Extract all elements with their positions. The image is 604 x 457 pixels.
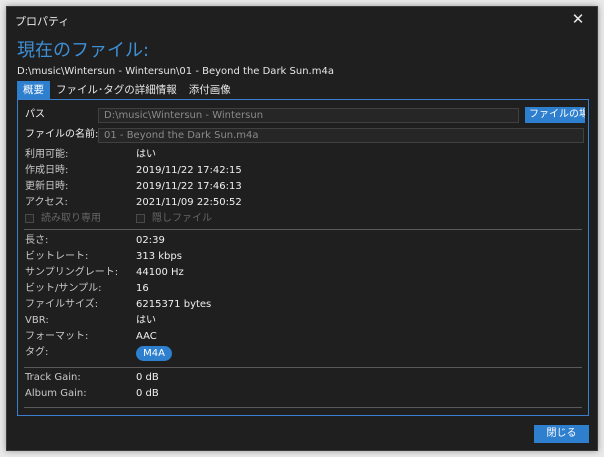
divider [24, 407, 582, 408]
readonly-label: 読み取り専用 [41, 213, 101, 224]
path-label: パス [25, 109, 45, 120]
properties-dialog: プロパティ ✕ 現在のファイル: D:\music\Wintersun - Wi… [6, 6, 598, 451]
open-file-location-button[interactable]: ファイルの場所 [525, 107, 585, 123]
tab-summary[interactable]: 概要 [17, 81, 50, 99]
filename-label: ファイルの名前: [25, 129, 99, 140]
close-icon[interactable]: ✕ [569, 10, 587, 28]
readonly-checkbox[interactable] [25, 214, 34, 223]
window-title: プロパティ [15, 15, 70, 28]
current-file-path: D:\music\Wintersun - Wintersun\01 - Beyo… [17, 66, 334, 77]
close-button[interactable]: 閉じる [534, 425, 589, 443]
summary-panel: パス D:\music\Wintersun - Wintersun ファイルの場… [17, 99, 589, 416]
filename-field[interactable]: 01 - Beyond the Dark Sun.m4a [98, 128, 584, 143]
tag-badge[interactable]: M4A [136, 346, 172, 361]
divider [24, 229, 582, 230]
title-bar[interactable]: プロパティ ✕ [7, 7, 597, 33]
hidden-checkbox[interactable] [136, 214, 145, 223]
tab-bar: 概要 ファイル･タグの詳細情報 添付画像 [17, 81, 237, 99]
path-field[interactable]: D:\music\Wintersun - Wintersun [98, 108, 519, 123]
page-title: 現在のファイル: [17, 40, 150, 61]
tab-file-tag-details[interactable]: ファイル･タグの詳細情報 [50, 81, 183, 99]
tab-attached-images[interactable]: 添付画像 [183, 81, 237, 99]
hidden-label: 隠しファイル [152, 213, 212, 224]
divider [24, 367, 582, 368]
